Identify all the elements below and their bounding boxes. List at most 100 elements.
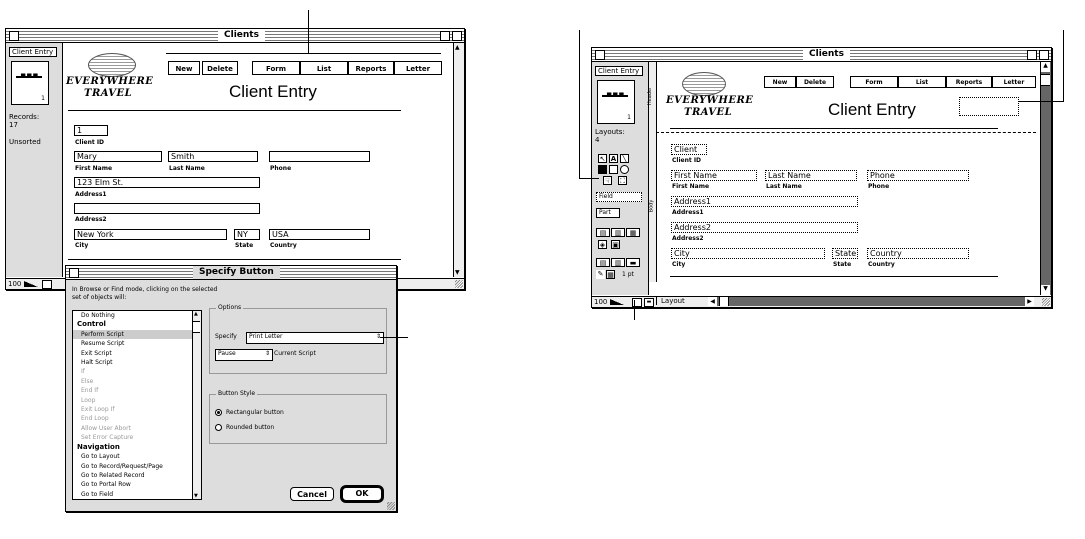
script-step-item[interactable]: Allow User Abort (73, 424, 201, 433)
close-box[interactable] (9, 31, 19, 41)
part-tool[interactable]: Part (596, 208, 620, 218)
button-tool-icon[interactable]: ☟ (603, 176, 612, 185)
script-step-item[interactable]: Halt Script (73, 358, 201, 367)
new-object-placeholder[interactable] (959, 97, 1019, 116)
pen-tool-icon[interactable]: ▣ (611, 240, 620, 249)
script-step-item[interactable]: Go to Field (73, 490, 201, 499)
collapse-box[interactable] (452, 31, 462, 41)
delete-button[interactable]: Delete (202, 61, 238, 75)
first-name-field[interactable]: Mary (74, 151, 162, 162)
cancel-button[interactable]: Cancel (290, 487, 334, 501)
state-field[interactable]: NY (234, 229, 260, 240)
list-button[interactable]: List (898, 76, 946, 88)
reports-button[interactable]: Reports (348, 61, 394, 75)
book-icon[interactable]: ▪▪▪ 1 (11, 61, 49, 105)
line-tool-icon[interactable]: ╲ (620, 154, 629, 163)
zoom-box[interactable] (1027, 50, 1037, 60)
script-step-item[interactable]: Go to Record/Request/Page (73, 462, 201, 471)
country-field[interactable]: Country (867, 248, 969, 259)
ok-button[interactable]: OK (340, 485, 384, 503)
script-step-item[interactable]: Loop (73, 396, 201, 405)
body-part-tab[interactable]: Body (648, 132, 657, 282)
address2-field[interactable]: Address2 (671, 222, 858, 233)
address2-field[interactable] (74, 203, 260, 214)
horizontal-scroll-track[interactable]: ◀ ▶ (708, 297, 1034, 306)
rectangular-radio[interactable] (215, 409, 222, 416)
specify-popup[interactable]: Print Letter ⇕ (246, 332, 384, 344)
title-bar[interactable]: Clients (6, 29, 464, 43)
list-down-arrow-icon[interactable]: ▼ (194, 493, 198, 499)
scroll-right-arrow-icon[interactable]: ▶ (1025, 297, 1034, 306)
new-button[interactable]: New (168, 61, 200, 75)
script-list[interactable]: Do Nothing Control Perform Script Resume Sc… (72, 310, 202, 500)
pen-color-icon[interactable]: ▤ (596, 258, 610, 267)
dialog-title-bar[interactable]: Specify Button (66, 266, 396, 280)
rectangle-tool-icon[interactable] (598, 165, 607, 174)
pause-popup[interactable]: Pause ⇕ (215, 349, 273, 361)
script-step-item[interactable]: Exit Loop If (73, 405, 201, 414)
script-step-item[interactable]: Perform Script (73, 329, 201, 340)
letter-button[interactable]: Letter (992, 76, 1036, 88)
script-step-item[interactable]: If (73, 367, 201, 376)
city-field[interactable]: New York (74, 229, 227, 240)
script-step-item[interactable]: Set Error Capture (73, 433, 201, 442)
text-tool-icon[interactable]: A (609, 154, 618, 163)
scroll-up-arrow-icon[interactable]: ▲ (1041, 62, 1050, 72)
pointer-tool-icon[interactable]: ↖ (598, 154, 607, 163)
dialog-close-box[interactable] (69, 268, 79, 278)
pencil-icon[interactable]: ✎ (596, 270, 605, 279)
script-step-item[interactable]: End If (73, 386, 201, 395)
close-box[interactable] (595, 50, 605, 60)
layout-menu[interactable]: Client Entry (9, 47, 57, 57)
script-step-item[interactable]: Else (73, 377, 201, 386)
vertical-scrollbar[interactable]: ▲ ▼ (1040, 62, 1051, 295)
list-scroll-thumb[interactable] (193, 321, 200, 333)
status-toggle-icon[interactable] (42, 280, 52, 289)
fill-color-icon[interactable]: ▤ (596, 228, 610, 237)
state-field[interactable]: State (832, 248, 858, 259)
script-step-item[interactable]: Go to Portal Row (73, 480, 201, 489)
list-button[interactable]: List (300, 61, 348, 75)
rounded-rect-tool-icon[interactable] (609, 165, 618, 174)
scroll-left-arrow-icon[interactable]: ◀ (708, 297, 717, 306)
script-step-item[interactable]: Go to Related Record (73, 471, 201, 480)
phone-field[interactable]: Phone (867, 170, 969, 181)
oval-tool-icon[interactable] (620, 165, 629, 174)
first-name-field[interactable]: First Name (671, 170, 757, 181)
list-up-arrow-icon[interactable]: ▲ (194, 311, 198, 317)
script-step-item[interactable]: End Loop (73, 414, 201, 423)
resize-grip-icon[interactable] (1042, 298, 1050, 306)
form-button[interactable]: Form (252, 61, 300, 75)
collapse-box[interactable] (1039, 50, 1049, 60)
last-name-field[interactable]: Last Name (765, 170, 857, 181)
rounded-radio[interactable] (215, 424, 222, 431)
header-part-tab[interactable]: Header (647, 62, 657, 132)
zoom-control-icon[interactable] (610, 299, 624, 305)
portal-tool-icon[interactable]: ⛶ (618, 176, 627, 185)
script-step-item[interactable]: Resume Script (73, 339, 201, 348)
script-step-item[interactable]: Go to Layout (73, 452, 201, 461)
script-step-item[interactable]: Do Nothing (73, 311, 201, 320)
scroll-down-arrow-icon[interactable]: ▼ (455, 269, 460, 276)
client-id-field[interactable]: 1 (74, 125, 108, 136)
line-width-icon[interactable]: ▬ (626, 258, 640, 267)
last-name-field[interactable]: Smith (168, 151, 258, 162)
delete-button[interactable]: Delete (796, 76, 834, 88)
dialog-resize-grip-icon[interactable] (387, 502, 395, 510)
script-step-item[interactable]: Exit Script (73, 349, 201, 358)
field-tool[interactable]: Field (596, 192, 642, 202)
fill-pattern-icon[interactable]: ▥ (611, 228, 625, 237)
pen-pattern-icon[interactable]: ▥ (611, 258, 625, 267)
scroll-up-arrow-icon[interactable]: ▲ (455, 44, 460, 51)
resize-grip-icon[interactable] (455, 280, 463, 288)
paint-bucket-icon[interactable]: ◈ (598, 240, 607, 249)
zoom-percentage[interactable]: 100 (8, 280, 21, 288)
book-icon[interactable]: ▪▪▪ 1 (597, 80, 635, 124)
city-field[interactable]: City (671, 248, 825, 259)
letter-button[interactable]: Letter (394, 61, 442, 75)
part-label-toggle-icon[interactable]: ▬ (644, 298, 654, 307)
address1-field[interactable]: 123 Elm St. (74, 177, 260, 188)
new-button[interactable]: New (764, 76, 796, 88)
vertical-scrollbar[interactable]: ▲ ▼ (453, 43, 464, 277)
zoom-control-icon[interactable] (24, 281, 38, 287)
